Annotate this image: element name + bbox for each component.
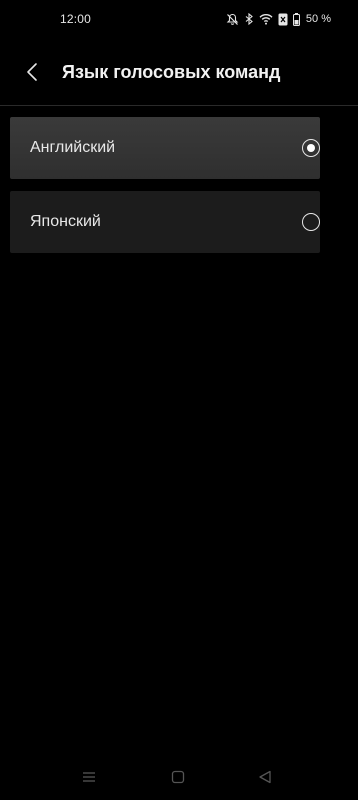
menu-icon	[82, 770, 96, 788]
status-bar: 12:00 50 %	[0, 0, 358, 40]
radio-selected[interactable]	[302, 139, 320, 157]
language-option-list: Английский Японский	[10, 117, 320, 265]
home-button[interactable]	[169, 770, 187, 788]
bluetooth-icon	[244, 12, 254, 26]
battery-percent: 50 %	[305, 13, 331, 25]
header: Язык голосовых команд	[0, 52, 358, 96]
menu-button[interactable]	[80, 770, 98, 788]
status-icons: 50 %	[226, 11, 331, 27]
radio-unselected[interactable]	[302, 213, 320, 231]
battery-icon	[292, 12, 300, 26]
radio-dot	[307, 144, 315, 152]
back-triangle-icon	[258, 770, 272, 789]
option-label: Английский	[30, 139, 116, 156]
status-time: 12:00	[60, 12, 92, 26]
sim-off-icon	[278, 13, 288, 26]
nav-back-button[interactable]	[256, 770, 274, 788]
option-label: Японский	[30, 213, 101, 230]
chevron-left-icon	[26, 62, 38, 87]
wifi-icon	[259, 13, 273, 25]
option-japanese[interactable]: Японский	[10, 191, 320, 253]
page-title: Язык голосовых команд	[62, 62, 281, 82]
option-english[interactable]: Английский	[10, 117, 320, 179]
mute-icon	[226, 13, 239, 26]
home-square-icon	[171, 770, 185, 789]
back-button[interactable]	[18, 60, 46, 88]
navigation-bar	[0, 758, 358, 800]
header-divider	[0, 105, 358, 106]
